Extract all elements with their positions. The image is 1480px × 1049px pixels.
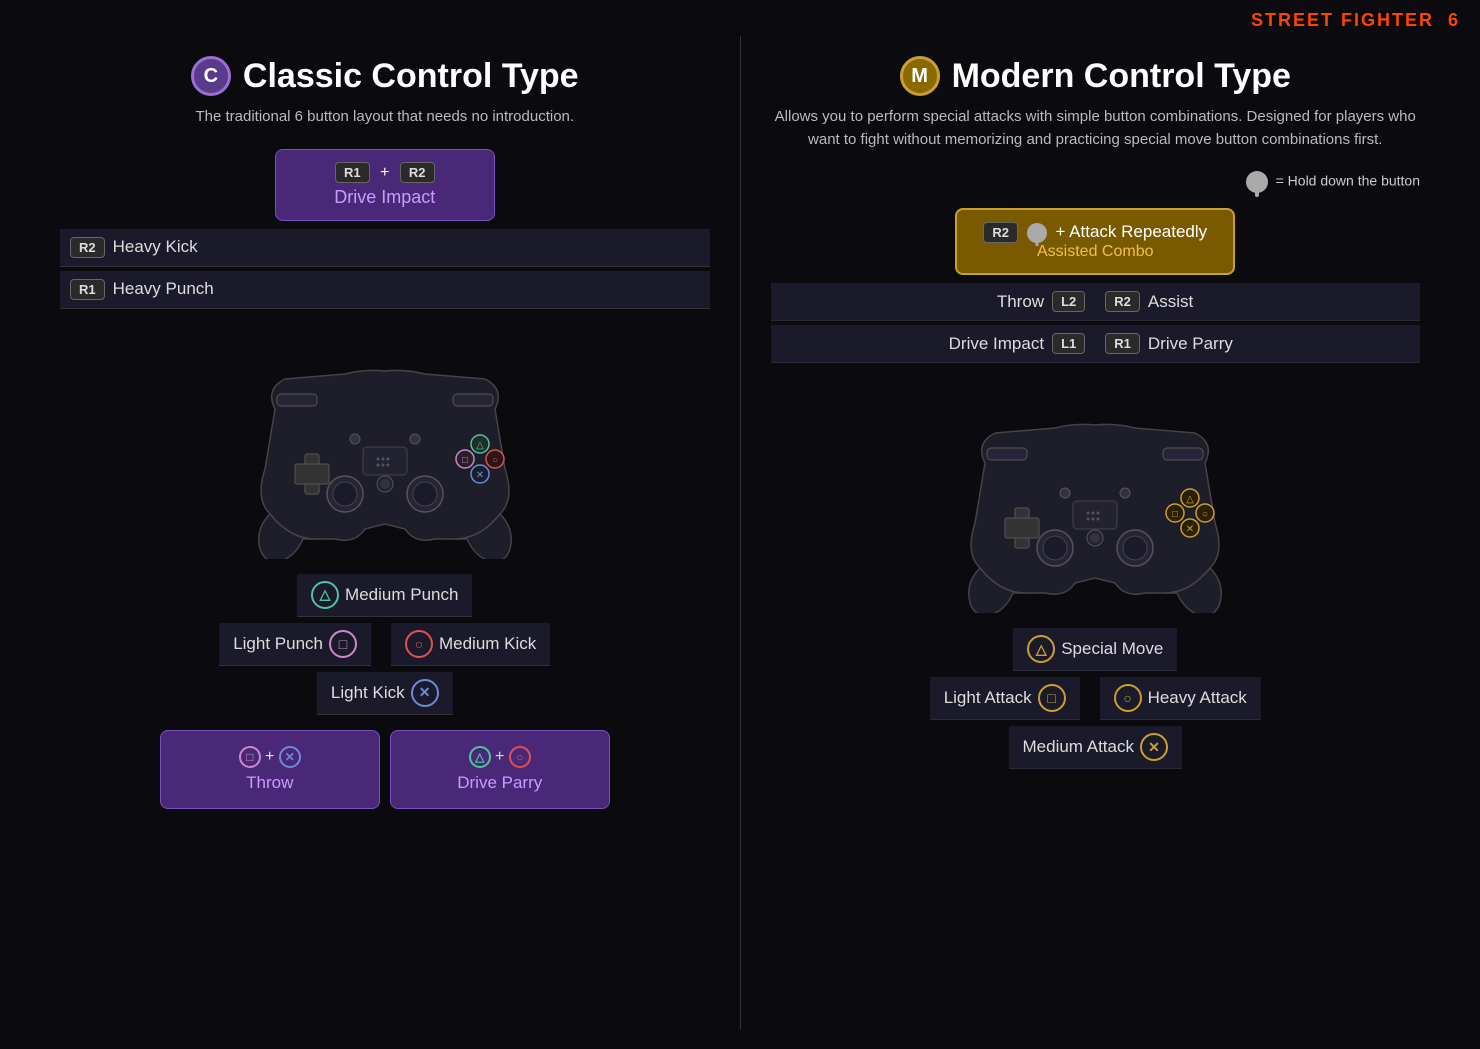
square-circle-row: Light Punch □ ○ Medium Kick bbox=[60, 623, 710, 666]
cross-item: Light Kick ✕ bbox=[317, 672, 453, 715]
classic-panel: C Classic Control Type The traditional 6… bbox=[30, 36, 741, 1029]
classic-shoulder-rows: R2 Heavy Kick R1 Heavy Punch bbox=[60, 229, 710, 309]
triangle-label: Medium Punch bbox=[345, 585, 458, 605]
drive-parry-combo: △ + ○ Drive Parry bbox=[390, 730, 610, 809]
brand-logo: STREET FIGHTER 6 bbox=[1251, 10, 1460, 31]
drive-impact-row: Drive Impact L1 bbox=[771, 325, 1096, 363]
cross-btn: ✕ bbox=[411, 679, 439, 707]
modern-top-combo: R2 + Attack Repeatedly Assisted Combo bbox=[955, 208, 1235, 275]
brand-name: STREET FIGHTER bbox=[1251, 10, 1434, 30]
classic-r1-row: R1 Heavy Punch bbox=[60, 271, 710, 309]
svg-text:✕: ✕ bbox=[476, 470, 484, 481]
modern-cross-btn: ✕ bbox=[1140, 733, 1168, 761]
triangle-btn: △ bbox=[311, 581, 339, 609]
modern-cross-label: Medium Attack bbox=[1023, 737, 1135, 757]
classic-r2-row: R2 Heavy Kick bbox=[60, 229, 710, 267]
circle-label: Medium Kick bbox=[439, 634, 536, 654]
modern-circle-item: ○ Heavy Attack bbox=[1100, 677, 1261, 720]
circle-item: ○ Medium Kick bbox=[391, 623, 550, 666]
modern-square-item: Light Attack □ bbox=[930, 677, 1080, 720]
classic-controller: △ □ ○ ✕ bbox=[215, 329, 555, 559]
modern-subtitle: Allows you to perform special attacks wi… bbox=[771, 106, 1421, 151]
throw-label: Throw bbox=[186, 773, 354, 793]
modern-left-col: Throw L2 Drive Impact L1 bbox=[771, 283, 1096, 363]
svg-text:○: ○ bbox=[1202, 509, 1208, 520]
drive-parry-label: Drive Parry bbox=[416, 773, 584, 793]
modern-face-buttons: △ Special Move Light Attack □ ○ Heavy At… bbox=[771, 628, 1421, 769]
modern-combo-line1: R2 + Attack Repeatedly bbox=[977, 222, 1213, 243]
modern-triangle-btn: △ bbox=[1027, 635, 1055, 663]
modern-triangle-row: △ Special Move bbox=[771, 628, 1421, 671]
square-label: Light Punch bbox=[233, 634, 323, 654]
modern-circle-label: Heavy Attack bbox=[1148, 688, 1247, 708]
classic-top-combo: R1 + R2 Drive Impact bbox=[275, 149, 495, 221]
cross-label: Light Kick bbox=[331, 683, 405, 703]
modern-title: M Modern Control Type bbox=[900, 56, 1291, 96]
modern-badge: M bbox=[900, 56, 940, 96]
modern-square-label: Light Attack bbox=[944, 688, 1032, 708]
brand-icon: 6 bbox=[1448, 10, 1460, 30]
modern-controller: △ □ ○ ✕ bbox=[925, 383, 1265, 613]
modern-square-btn: □ bbox=[1038, 684, 1066, 712]
classic-badge: C bbox=[191, 56, 231, 96]
modern-title-text: Modern Control Type bbox=[952, 57, 1291, 96]
classic-combo-keys: R1 + R2 bbox=[306, 162, 464, 183]
svg-text:△: △ bbox=[1186, 494, 1194, 505]
modern-cross-row: Medium Attack ✕ bbox=[771, 726, 1421, 769]
circle-btn: ○ bbox=[405, 630, 433, 658]
classic-bottom-combos: □ + ✕ Throw △ + ○ Drive Parry bbox=[60, 730, 710, 809]
modern-sq-circle-row: Light Attack □ ○ Heavy Attack bbox=[771, 677, 1421, 720]
modern-button-rows: Throw L2 Drive Impact L1 R2 Assist R1 Dr… bbox=[771, 283, 1421, 363]
svg-text:□: □ bbox=[462, 455, 468, 466]
throw-combo: □ + ✕ Throw bbox=[160, 730, 380, 809]
hold-icon bbox=[1246, 171, 1268, 193]
modern-panel: M Modern Control Type Allows you to perf… bbox=[741, 36, 1451, 1029]
main-content: C Classic Control Type The traditional 6… bbox=[0, 36, 1480, 1049]
triangle-item: △ Medium Punch bbox=[297, 574, 472, 617]
hold-note: = Hold down the button bbox=[771, 171, 1421, 193]
classic-face-buttons: △ Medium Punch Light Punch □ ○ Medium Ki… bbox=[60, 574, 710, 715]
triangle-row: △ Medium Punch bbox=[60, 574, 710, 617]
throw-keys: □ + ✕ bbox=[186, 746, 354, 768]
classic-title-text: Classic Control Type bbox=[243, 57, 579, 96]
svg-text:✕: ✕ bbox=[1186, 524, 1194, 535]
square-btn: □ bbox=[329, 630, 357, 658]
throw-row: Throw L2 bbox=[771, 283, 1096, 321]
classic-combo-label: Drive Impact bbox=[306, 187, 464, 208]
modern-right-col: R2 Assist R1 Drive Parry bbox=[1095, 283, 1420, 363]
square-item: Light Punch □ bbox=[219, 623, 371, 666]
drive-parry-keys: △ + ○ bbox=[416, 746, 584, 768]
svg-text:○: ○ bbox=[492, 455, 498, 466]
modern-triangle-label: Special Move bbox=[1061, 639, 1163, 659]
assist-row: R2 Assist bbox=[1095, 283, 1420, 321]
modern-controller-svg: △ □ ○ ✕ bbox=[925, 383, 1265, 613]
svg-text:△: △ bbox=[476, 440, 484, 451]
classic-controller-svg: △ □ ○ ✕ bbox=[215, 329, 555, 559]
classic-subtitle: The traditional 6 button layout that nee… bbox=[195, 106, 574, 129]
modern-circle-btn: ○ bbox=[1114, 684, 1142, 712]
classic-title: C Classic Control Type bbox=[191, 56, 579, 96]
cross-row: Light Kick ✕ bbox=[60, 672, 710, 715]
top-bar: STREET FIGHTER 6 bbox=[0, 0, 1480, 36]
drive-parry-row: R1 Drive Parry bbox=[1095, 325, 1420, 363]
modern-cross-item: Medium Attack ✕ bbox=[1009, 726, 1183, 769]
modern-triangle-item: △ Special Move bbox=[1013, 628, 1177, 671]
svg-text:□: □ bbox=[1172, 509, 1178, 520]
